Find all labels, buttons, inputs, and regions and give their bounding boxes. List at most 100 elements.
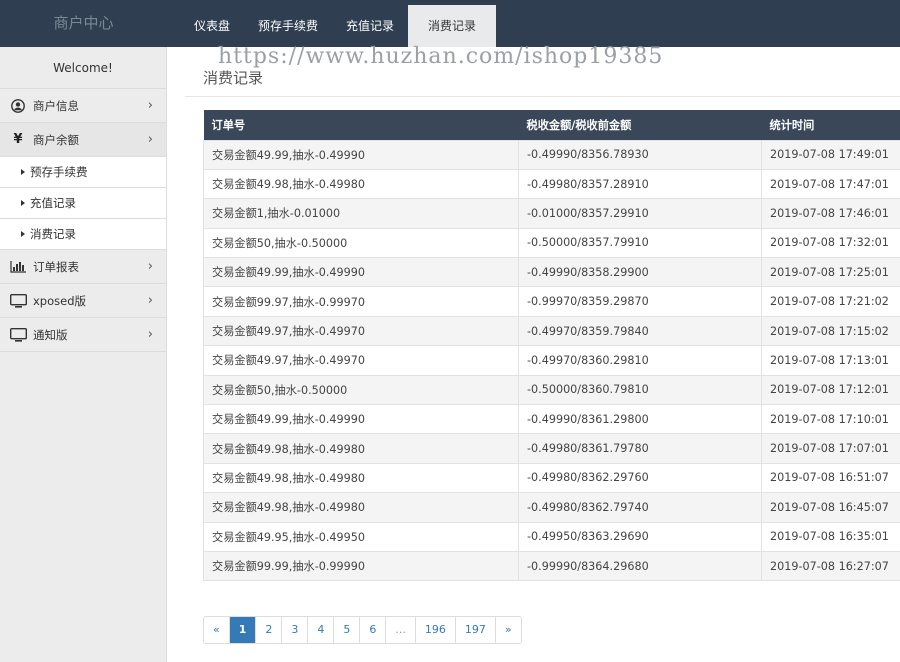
monitor-icon (9, 318, 27, 352)
chevron-right-icon: › (147, 132, 153, 147)
title-divider (185, 96, 900, 97)
sidebar-subitem-3[interactable]: 充值记录 (0, 188, 166, 219)
table-cell: 2019-07-08 17:25:01 (761, 257, 900, 288)
table-row: 交易金额49.99,抽水-0.49990 -0.49990/8358.29900 2… (203, 257, 900, 288)
chevron-right-icon: › (147, 327, 153, 342)
nav-tab-2[interactable]: 充值记录 (332, 5, 408, 47)
table-cell: 交易金额49.95,抽水-0.49950 (203, 521, 519, 552)
table-row: 交易金额1,抽水-0.01000 -0.01000/8357.29910 2019-… (203, 198, 900, 229)
table-cell: -0.50000/8360.79810 (518, 374, 762, 406)
sidebar-item-label: 商户信息 (33, 99, 79, 113)
page-button-196[interactable]: 196 (415, 617, 456, 643)
caret-right-icon (21, 231, 25, 237)
prev-page-button[interactable]: « (204, 617, 230, 643)
table-cell: -0.99970/8359.29870 (518, 286, 762, 317)
table-cell: 2019-07-08 17:15:02 (761, 315, 900, 347)
table-row: 交易金额99.97,抽水-0.99970 -0.99970/8359.29870 2… (203, 286, 900, 317)
table-cell: -0.49980/8361.79780 (518, 433, 762, 464)
caret-right-icon (21, 200, 25, 206)
sidebar-subitem-2[interactable]: 预存手续费 (0, 157, 166, 188)
table-cell: 交易金额50,抽水-0.50000 (203, 374, 519, 406)
table-cell: 2019-07-08 17:32:01 (761, 227, 900, 259)
nav-tab-1[interactable]: 预存手续费 (244, 5, 332, 47)
table-row: 交易金额49.97,抽水-0.49970 -0.49970/8359.79840 2… (203, 315, 900, 347)
table-cell: -0.49990/8358.29900 (518, 257, 762, 288)
nav-tab-0[interactable]: 仪表盘 (180, 5, 244, 47)
table-row: 交易金额49.98,抽水-0.49980 -0.49980/8357.28910 2… (203, 168, 900, 200)
watermark: https://www.huzhan.com/ishop19385 (218, 44, 664, 69)
table-cell: 2019-07-08 17:46:01 (761, 198, 900, 229)
page-button-3[interactable]: 3 (282, 617, 309, 643)
table-cell: -0.49980/8357.28910 (518, 168, 762, 200)
table-row: 交易金额49.95,抽水-0.49950 -0.49950/8363.29690 2… (203, 521, 900, 552)
sidebar-item-7[interactable]: 通知版 › (0, 318, 166, 352)
table-row: 交易金额49.99,抽水-0.49990 -0.49990/8356.78930 2… (203, 139, 900, 170)
table-cell: 2019-07-08 17:47:01 (761, 168, 900, 200)
monitor-icon (9, 284, 27, 318)
nav-tab-3[interactable]: 消费记录 (408, 5, 497, 47)
sidebar-item-0[interactable]: 商户信息 › (0, 89, 166, 123)
table-cell: 交易金额49.99,抽水-0.49990 (203, 139, 519, 170)
page-button-1[interactable]: 1 (229, 617, 257, 643)
sidebar-item-label: 商户余额 (33, 133, 79, 147)
table-cell: 交易金额49.99,抽水-0.49990 (203, 404, 519, 435)
sidebar-subitem-label: 预存手续费 (30, 165, 88, 179)
table-cell: -0.49970/8360.29810 (518, 345, 762, 376)
pagination-ellipsis: ... (386, 617, 416, 643)
sidebar-item-label: xposed版 (33, 294, 87, 308)
table-cell: -0.50000/8357.79910 (518, 227, 762, 259)
next-page-button[interactable]: » (495, 617, 521, 643)
table-cell: 2019-07-08 17:10:01 (761, 404, 900, 435)
table-cell: 交易金额50,抽水-0.50000 (203, 227, 519, 259)
table-cell: 2019-07-08 17:12:01 (761, 374, 900, 406)
table-cell: 2019-07-08 16:51:07 (761, 462, 900, 494)
table-row: 交易金额49.97,抽水-0.49970 -0.49970/8360.29810 2… (203, 345, 900, 376)
chevron-right-icon: › (147, 98, 153, 113)
sidebar-item-1[interactable]: ¥ 商户余额 › (0, 123, 166, 157)
table-row: 交易金额49.98,抽水-0.49980 -0.49980/8362.29760 2… (203, 462, 900, 494)
table-cell: 交易金额49.97,抽水-0.49970 (203, 315, 519, 347)
table-cell: -0.01000/8357.29910 (518, 198, 762, 229)
table-cell: -0.49970/8359.79840 (518, 315, 762, 347)
table-header-row: 订单号 税收金额/税收前金额 统计时间 (203, 110, 900, 140)
top-bar: 商户中心 仪表盘 预存手续费 充值记录 消费记录 (0, 0, 900, 47)
sidebar-menu: 商户信息 › ¥ 商户余额 › 预存手续费 充值记录 消费记录 订单报表 › xposed版 › 通知版… (0, 89, 166, 352)
sidebar-subitem-label: 消费记录 (30, 227, 76, 241)
page-button-2[interactable]: 2 (256, 617, 283, 643)
table-row: 交易金额49.98,抽水-0.49980 -0.49980/8362.79740 2… (203, 492, 900, 523)
table-cell: -0.49980/8362.29760 (518, 462, 762, 494)
table-cell: 2019-07-08 17:07:01 (761, 433, 900, 464)
sidebar-item-5[interactable]: 订单报表 › (0, 250, 166, 284)
column-header-0: 订单号 (203, 110, 519, 140)
table-cell: 2019-07-08 16:27:07 (761, 550, 900, 582)
page-button-6[interactable]: 6 (360, 617, 387, 643)
yen-icon: ¥ (13, 132, 23, 147)
table-cell: -0.99990/8364.29680 (518, 550, 762, 582)
table-row: 交易金额50,抽水-0.50000 -0.50000/8357.79910 2019… (203, 227, 900, 259)
table-cell: 2019-07-08 17:13:01 (761, 345, 900, 376)
table-cell: 2019-07-08 16:45:07 (761, 492, 900, 523)
table-row: 交易金额99.99,抽水-0.99990 -0.99990/8364.29680 2… (203, 550, 900, 582)
table-cell: 交易金额49.98,抽水-0.49980 (203, 433, 519, 464)
sidebar-item-6[interactable]: xposed版 › (0, 284, 166, 318)
page-button-4[interactable]: 4 (308, 617, 335, 643)
caret-right-icon (21, 169, 25, 175)
column-header-2: 统计时间 (761, 110, 900, 140)
sidebar-subitem-4[interactable]: 消费记录 (0, 219, 166, 250)
table-cell: 交易金额49.98,抽水-0.49980 (203, 462, 519, 494)
page-button-197[interactable]: 197 (455, 617, 496, 643)
table-cell: -0.49980/8362.79740 (518, 492, 762, 523)
consumption-table: 订单号 税收金额/税收前金额 统计时间 交易金额49.99,抽水-0.49990 -0… (203, 110, 900, 582)
table-body: 交易金额49.99,抽水-0.49990 -0.49990/8356.78930 2… (203, 139, 900, 582)
sidebar: Welcome! 商户信息 › ¥ 商户余额 › 预存手续费 充值记录 消费记录 订单报表 › xp… (0, 47, 167, 662)
sidebar-item-label: 订单报表 (33, 260, 79, 274)
table-row: 交易金额49.99,抽水-0.49990 -0.49990/8361.29800 2… (203, 404, 900, 435)
table-cell: 交易金额1,抽水-0.01000 (203, 198, 519, 229)
table-cell: 2019-07-08 16:35:01 (761, 521, 900, 552)
chevron-right-icon: › (147, 293, 153, 308)
table-cell: 交易金额49.99,抽水-0.49990 (203, 257, 519, 288)
page-button-5[interactable]: 5 (334, 617, 361, 643)
table-cell: -0.49990/8361.29800 (518, 404, 762, 435)
top-nav: 仪表盘 预存手续费 充值记录 消费记录 (180, 5, 497, 47)
user-circle-icon (9, 89, 27, 123)
